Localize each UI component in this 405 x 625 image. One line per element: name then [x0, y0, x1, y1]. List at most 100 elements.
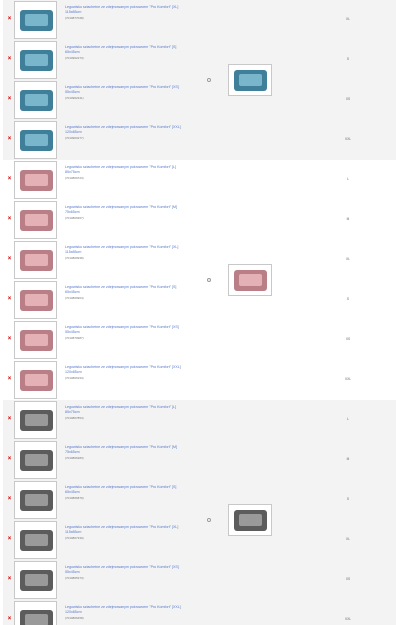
group-preview-image[interactable] [228, 64, 272, 96]
product-sku: (7010867339) [65, 536, 84, 540]
size-label: L [347, 417, 349, 421]
product-sku: (7010869938) [65, 256, 84, 260]
size-label: S [346, 57, 350, 61]
product-title-link[interactable]: Legowisko szlachetne ze zdejmowanym pokr… [65, 245, 185, 256]
product-title-link[interactable]: Legowisko szlachetne ze zdejmowanym pokr… [65, 605, 185, 616]
variant-row: × Legowisko szlachetne ze zdejmowanym pok… [3, 160, 396, 200]
group-image-radio[interactable] [207, 518, 211, 522]
variant-row: × Legowisko szlachetne ze zdejmowanym pok… [3, 520, 396, 560]
delete-icon[interactable]: × [7, 176, 12, 182]
variant-group-grey: × Legowisko szlachetne ze zdejmowanym pok… [3, 400, 396, 625]
variant-row: × Legowisko szlachetne ze zdejmowanym pok… [3, 440, 396, 480]
product-sku: (7010869367) [65, 216, 84, 220]
delete-icon[interactable]: × [7, 456, 12, 462]
size-label: XXL [344, 377, 352, 381]
product-thumbnail[interactable] [14, 81, 57, 119]
product-title-link[interactable]: Legowisko szlachetne ze zdejmowanym pokr… [65, 365, 185, 376]
variant-row: × Legowisko szlachetne ze zdejmowanym pok… [3, 0, 396, 40]
delete-icon[interactable]: × [7, 376, 12, 382]
product-thumbnail[interactable] [14, 201, 57, 239]
product-thumbnail[interactable] [14, 601, 57, 625]
variant-row: × Legowisko szlachetne ze zdejmowanym pok… [3, 320, 396, 360]
variant-row: × Legowisko szlachetne ze zdejmowanym pok… [3, 600, 396, 625]
product-title-link[interactable]: Legowisko szlachetne ze zdejmowanym pokr… [65, 5, 185, 16]
product-thumbnail[interactable] [14, 1, 57, 39]
variant-row: × Legowisko szlachetne ze zdejmowanym pok… [3, 480, 396, 520]
product-thumbnail[interactable] [14, 241, 57, 279]
size-label: XXL [344, 137, 352, 141]
product-thumbnail[interactable] [14, 521, 57, 559]
product-sku: (7010865373) [65, 576, 84, 580]
product-thumbnail[interactable] [14, 121, 57, 159]
product-thumbnail[interactable] [14, 441, 57, 479]
delete-icon[interactable]: × [7, 216, 12, 222]
product-title-link[interactable]: Legowisko szlachetne ze zdejmowanym pokr… [65, 205, 185, 216]
product-title-link[interactable]: Legowisko szlachetne ze zdejmowanym pokr… [65, 485, 185, 496]
group-image-radio[interactable] [207, 278, 211, 282]
delete-icon[interactable]: × [7, 336, 12, 342]
size-label: XS [345, 577, 351, 581]
product-thumbnail[interactable] [14, 321, 57, 359]
size-label: S [346, 497, 350, 501]
delete-icon[interactable]: × [7, 296, 12, 302]
product-thumbnail[interactable] [14, 361, 57, 399]
delete-icon[interactable]: × [7, 136, 12, 142]
variant-row: × Legowisko szlachetne ze zdejmowanym pok… [3, 280, 396, 320]
variant-row: × Legowisko szlachetne ze zdejmowanym pok… [3, 240, 396, 280]
product-sku: (7010869193) [65, 376, 84, 380]
variant-row: × Legowisko szlachetne ze zdejmowanym pok… [3, 360, 396, 400]
product-thumbnail[interactable] [14, 281, 57, 319]
product-thumbnail[interactable] [14, 161, 57, 199]
delete-icon[interactable]: × [7, 416, 12, 422]
size-label: S [346, 297, 350, 301]
product-thumbnail[interactable] [14, 41, 57, 79]
product-title-link[interactable]: Legowisko szlachetne ze zdejmowanym pokr… [65, 125, 185, 136]
product-thumbnail[interactable] [14, 481, 57, 519]
variant-row: × Legowisko szlachetne ze zdejmowanym pok… [3, 120, 396, 160]
delete-icon[interactable]: × [7, 616, 12, 622]
size-label: L [347, 177, 349, 181]
variant-row: × Legowisko szlachetne ze zdejmowanym pok… [3, 200, 396, 240]
product-sku: (7010866879) [65, 496, 84, 500]
size-label: XS [345, 97, 351, 101]
delete-icon[interactable]: × [7, 496, 12, 502]
product-sku: (7010963277) [65, 136, 84, 140]
product-sku: (7010962341) [65, 96, 84, 100]
product-sku: (7010867853) [65, 416, 84, 420]
product-title-link[interactable]: Legowisko szlachetne ze zdejmowanym pokr… [65, 165, 185, 176]
variant-row: × Legowisko szlachetne ze zdejmowanym pok… [3, 400, 396, 440]
group-image-radio[interactable] [207, 78, 211, 82]
group-preview-image[interactable] [228, 504, 272, 536]
product-title-link[interactable]: Legowisko szlachetne ze zdejmowanym pokr… [65, 45, 185, 56]
product-sku: (7010877048) [65, 16, 84, 20]
delete-icon[interactable]: × [7, 576, 12, 582]
product-title-link[interactable]: Legowisko szlachetne ze zdejmowanym pokr… [65, 445, 185, 456]
size-label: M [346, 217, 350, 221]
size-label: XL [346, 17, 350, 21]
product-sku: (7010866283) [65, 456, 84, 460]
delete-icon[interactable]: × [7, 536, 12, 542]
delete-icon[interactable]: × [7, 56, 12, 62]
product-sku: (7010870987) [65, 336, 84, 340]
size-label: XXL [344, 617, 352, 621]
product-title-link[interactable]: Legowisko szlachetne ze zdejmowanym pokr… [65, 565, 185, 576]
group-preview-image[interactable] [228, 264, 272, 296]
variant-group-blue: × Legowisko szlachetne ze zdejmowanym pok… [3, 0, 396, 160]
product-title-link[interactable]: Legowisko szlachetne ze zdejmowanym pokr… [65, 325, 185, 336]
size-label: XL [346, 537, 350, 541]
product-sku: (7010962273) [65, 56, 84, 60]
size-label: M [346, 457, 350, 461]
product-sku: (7010869723) [65, 176, 84, 180]
delete-icon[interactable]: × [7, 256, 12, 262]
variant-row: × Legowisko szlachetne ze zdejmowanym pok… [3, 40, 396, 80]
product-thumbnail[interactable] [14, 401, 57, 439]
product-title-link[interactable]: Legowisko szlachetne ze zdejmowanym pokr… [65, 285, 185, 296]
delete-icon[interactable]: × [7, 16, 12, 22]
product-thumbnail[interactable] [14, 561, 57, 599]
product-title-link[interactable]: Legowisko szlachetne ze zdejmowanym pokr… [65, 405, 185, 416]
delete-icon[interactable]: × [7, 96, 12, 102]
product-title-link[interactable]: Legowisko szlachetne ze zdejmowanym pokr… [65, 85, 185, 96]
product-title-link[interactable]: Legowisko szlachetne ze zdejmowanym pokr… [65, 525, 185, 536]
size-label: XL [346, 257, 350, 261]
product-sku: (7010866458) [65, 616, 84, 620]
